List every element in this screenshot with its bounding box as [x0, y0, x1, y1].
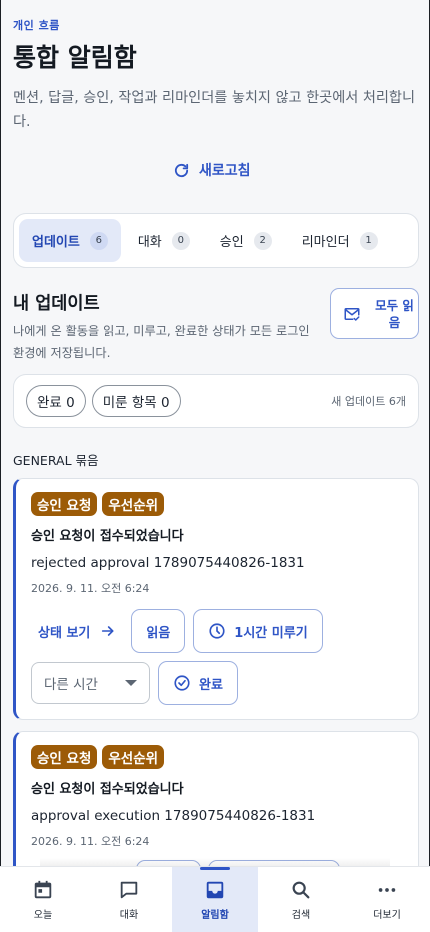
arrow-right-icon [102, 626, 114, 636]
tab-label: 승인 [219, 235, 244, 250]
badge-group: 승인 요청 우선순위 [31, 745, 165, 769]
tab-count: 6 [89, 231, 108, 250]
tab-label: 대화 [137, 235, 162, 250]
nav-shadow [40, 858, 390, 866]
tab-updates[interactable]: 업데이트 6 [19, 219, 121, 262]
done-button[interactable]: 완료 [158, 661, 238, 705]
eyebrow-label: 개인 흐름 [13, 19, 60, 32]
calendar-icon [34, 880, 52, 898]
approval-request-badge: 승인 요청 [31, 745, 98, 769]
card-title: 승인 요청이 접수되었습니다 [31, 782, 184, 797]
done-filter-chip[interactable]: 완료 0 [26, 385, 86, 417]
tab-bar: 업데이트 6 대화 0 승인 2 리마인더 1 [13, 213, 419, 268]
tab-count: 2 [253, 231, 272, 250]
card-body: rejected approval 1789075440826-1831 [31, 555, 305, 571]
tab-count: 1 [359, 231, 378, 250]
nav-label: 알림함 [201, 909, 229, 921]
group-label: GENERAL 묶음 [13, 453, 99, 468]
clock-icon [209, 623, 225, 639]
inbox-icon [206, 881, 224, 898]
section-description: 나에게 온 활동을 읽고, 미루고, 완료한 상태가 모든 로그인 환경에 저장… [13, 324, 310, 360]
read-all-label: 모두 읽음 [375, 297, 414, 330]
refresh-icon [174, 163, 189, 177]
refresh-button[interactable]: 새로고침 [173, 158, 251, 182]
nav-label: 더보기 [373, 909, 401, 921]
nav-more[interactable]: 더보기 [344, 867, 430, 932]
nav-label: 오늘 [33, 909, 53, 921]
section-title: 내 업데이트 [13, 294, 100, 314]
page-description: 멘션, 답글, 승인, 작업과 리마인더를 놓치지 않고 한곳에서 처리합니다. [13, 90, 416, 130]
refresh-label: 새로고침 [199, 163, 251, 179]
check-circle-icon [174, 675, 190, 691]
more-icon [378, 887, 396, 892]
filter-bar: 완료 0 미룬 항목 0 새 업데이트 6개 [13, 374, 419, 428]
tab-count: 0 [171, 231, 190, 250]
chat-icon [120, 881, 138, 898]
nav-today[interactable]: 오늘 [0, 867, 86, 932]
card-title: 승인 요청이 접수되었습니다 [31, 529, 184, 544]
tab-label: 리마인더 [301, 235, 350, 250]
view-status-button[interactable]: 상태 보기 [31, 609, 123, 653]
priority-badge: 우선순위 [102, 492, 165, 516]
card-secondary-actions: 다른 시간 완료 [31, 661, 238, 705]
snooze-1h-button[interactable]: 1시간 미루기 [193, 609, 323, 653]
tab-reminders[interactable]: 리마인더 1 [289, 219, 391, 262]
read-all-button[interactable]: 모두 읽음 [330, 288, 419, 339]
other-time-select[interactable]: 다른 시간 [31, 662, 150, 704]
nav-inbox[interactable]: 알림함 [172, 867, 258, 932]
other-time-label: 다른 시간 [44, 677, 98, 693]
nav-search[interactable]: 검색 [258, 867, 344, 932]
card-actions: 상태 보기 읽음 1시간 미루기 [31, 609, 323, 653]
done-label: 완료 [199, 677, 223, 693]
tab-label: 업데이트 [32, 235, 80, 250]
snoozed-filter-chip[interactable]: 미룬 항목 0 [91, 385, 181, 417]
nav-label: 대화 [119, 909, 139, 921]
card-timestamp: 2026. 9. 11. 오전 6:24 [31, 835, 150, 848]
badge-group: 승인 요청 우선순위 [31, 492, 165, 516]
notification-card: 승인 요청 우선순위 승인 요청이 접수되었습니다 rejected appro… [13, 478, 419, 720]
bottom-nav: 오늘 대화 알림함 검색 더보기 [0, 866, 430, 932]
inbox-screen: 개인 흐름 통합 알림함 멘션, 답글, 승인, 작업과 리마인더를 놓치지 않… [0, 0, 430, 866]
priority-badge: 우선순위 [102, 745, 165, 769]
mail-check-icon [344, 307, 360, 321]
card-timestamp: 2026. 9. 11. 오전 6:24 [31, 582, 150, 595]
mark-read-button[interactable]: 읽음 [131, 609, 186, 653]
tab-approvals[interactable]: 승인 2 [207, 219, 285, 262]
snooze-label: 1시간 미루기 [234, 625, 308, 641]
mark-read-label: 읽음 [146, 625, 171, 641]
chevron-down-icon [125, 680, 137, 686]
search-icon [292, 881, 310, 898]
page-title: 통합 알림함 [13, 43, 137, 72]
view-status-label: 상태 보기 [38, 625, 91, 641]
notification-card: 승인 요청 우선순위 승인 요청이 접수되었습니다 approval execu… [13, 731, 419, 866]
approval-request-badge: 승인 요청 [31, 492, 98, 516]
nav-conversations[interactable]: 대화 [86, 867, 172, 932]
new-updates-count: 새 업데이트 6개 [331, 395, 406, 408]
nav-label: 검색 [291, 909, 311, 921]
card-body: approval execution 1789075440826-1831 [31, 808, 316, 824]
tab-conversations[interactable]: 대화 0 [125, 219, 203, 262]
